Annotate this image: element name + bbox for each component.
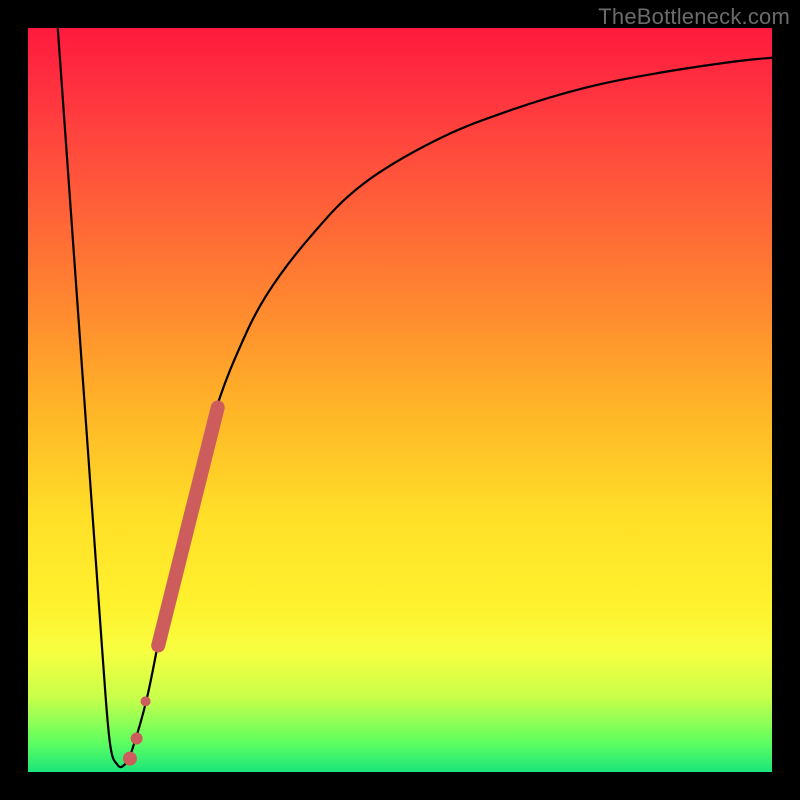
- bottleneck-curve: [58, 28, 772, 767]
- highlight-dot: [131, 733, 143, 745]
- highlight-dot: [141, 696, 151, 706]
- highlight-dots: [123, 696, 151, 765]
- curve-svg: [28, 28, 772, 772]
- highlight-dot: [123, 752, 137, 766]
- highlight-segment: [158, 407, 218, 645]
- plot-area: [28, 28, 772, 772]
- chart-frame: TheBottleneck.com: [0, 0, 800, 800]
- watermark-text: TheBottleneck.com: [598, 4, 790, 30]
